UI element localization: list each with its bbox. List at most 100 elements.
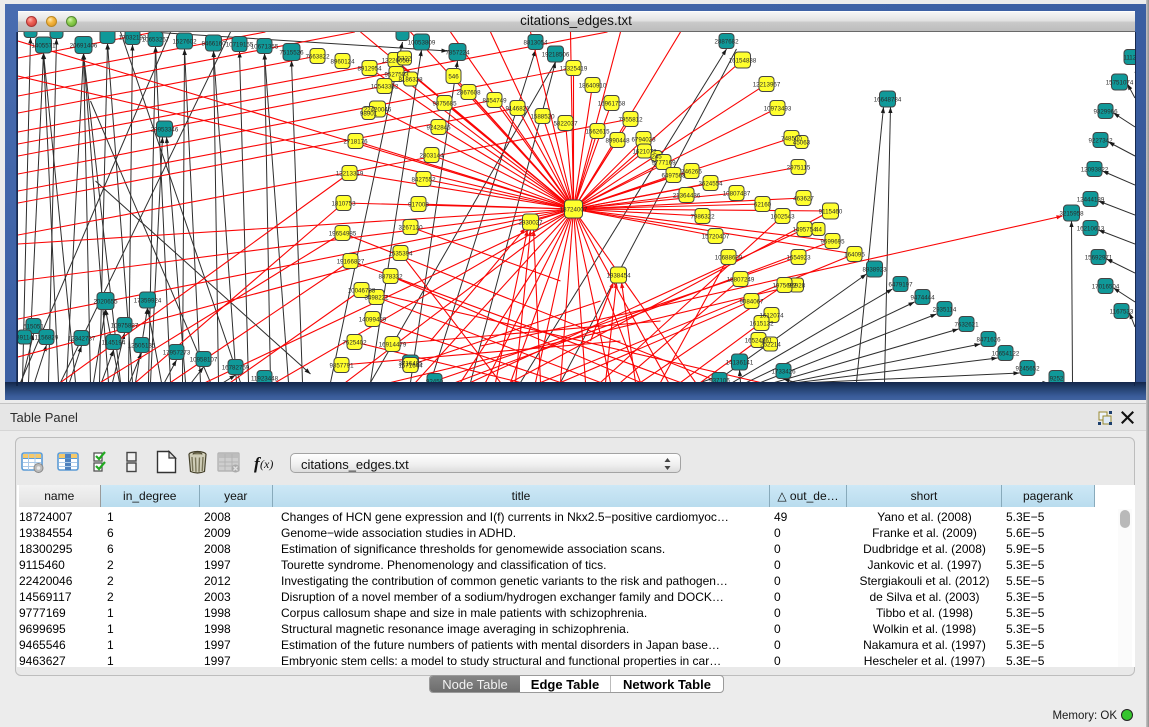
svg-text:17359924: 17359924 — [133, 297, 161, 304]
svg-text:9227342: 9227342 — [1088, 137, 1113, 144]
svg-text:12444189: 12444189 — [1076, 196, 1104, 203]
svg-text:5322: 5322 — [397, 55, 411, 62]
svg-text:1156829: 1156829 — [34, 334, 58, 341]
svg-text:17016504: 17016504 — [1091, 283, 1119, 290]
svg-text:10671355: 10671355 — [250, 43, 278, 50]
svg-text:1167533: 1167533 — [1109, 308, 1133, 315]
svg-text:10975887: 10975887 — [110, 322, 138, 329]
svg-text:20691406: 20691406 — [69, 42, 97, 49]
svg-text:1002543: 1002543 — [770, 213, 795, 220]
svg-text:12505135: 12505135 — [127, 342, 155, 349]
svg-text:9242845: 9242845 — [426, 124, 451, 131]
svg-text:7857224: 7857224 — [445, 49, 470, 56]
svg-text:10654122: 10654122 — [991, 350, 1019, 357]
svg-text:16210613: 16210613 — [1076, 225, 1104, 232]
svg-text:7515526: 7515526 — [279, 49, 304, 56]
svg-text:8878332: 8878332 — [378, 273, 403, 280]
svg-text:1535394: 1535394 — [388, 250, 413, 257]
svg-text:10653267: 10653267 — [141, 36, 169, 43]
svg-text:10046788: 10046788 — [347, 287, 375, 294]
svg-text:9857791: 9857791 — [329, 362, 354, 369]
svg-text:1615132: 1615132 — [749, 320, 774, 327]
svg-text:1733426: 1733426 — [771, 368, 796, 375]
svg-text:12213319: 12213319 — [335, 170, 363, 177]
svg-text:10958107: 10958107 — [189, 356, 217, 363]
svg-text:5822037: 5822037 — [553, 120, 578, 127]
svg-text:917008: 917008 — [408, 201, 429, 208]
svg-text:18640910: 18640910 — [578, 82, 606, 89]
svg-text:2718176: 2718176 — [343, 138, 368, 145]
svg-text:2867608: 2867608 — [456, 89, 481, 96]
svg-text:12342737: 12342737 — [67, 335, 95, 342]
svg-text:16914479: 16914479 — [378, 341, 406, 348]
svg-text:2803144: 2803144 — [419, 152, 444, 159]
svg-text:7663822: 7663822 — [305, 53, 330, 60]
svg-text:10543362: 10543362 — [370, 83, 398, 90]
svg-text:14099489: 14099489 — [358, 316, 386, 323]
svg-text:17957273: 17957273 — [162, 349, 190, 356]
svg-text:6794028: 6794028 — [631, 136, 656, 143]
svg-text:16782759: 16782759 — [221, 364, 249, 371]
svg-text:2020655: 2020655 — [93, 298, 118, 305]
svg-text:7625402: 7625402 — [342, 339, 367, 346]
svg-text:8938923: 8938923 — [862, 266, 887, 273]
svg-text:15692971: 15692971 — [1084, 254, 1112, 261]
svg-text:9084067: 9084067 — [739, 298, 764, 305]
svg-text:9875685: 9875685 — [432, 100, 457, 107]
svg-text:8960124: 8960124 — [330, 58, 355, 65]
svg-text:1938454: 1938454 — [606, 272, 631, 279]
svg-text:8471626: 8471626 — [976, 336, 1001, 343]
svg-text:1571644: 1571644 — [398, 362, 423, 369]
svg-text:515051: 515051 — [23, 323, 44, 330]
svg-text:2935114: 2935114 — [932, 306, 956, 313]
svg-text:8912954: 8912954 — [357, 65, 382, 72]
svg-text:9252: 9252 — [1049, 375, 1063, 382]
svg-text:45063: 45063 — [792, 139, 810, 146]
svg-text:19166827: 19166827 — [336, 258, 364, 265]
svg-text:11923448: 11923448 — [250, 375, 278, 382]
svg-text:8427552: 8427552 — [411, 176, 436, 183]
svg-text:9329966: 9329966 — [1093, 108, 1118, 115]
svg-text:9115460: 9115460 — [818, 208, 842, 215]
svg-text:18807249: 18807249 — [726, 276, 754, 283]
svg-text:8990448: 8990448 — [605, 137, 630, 144]
svg-text:9474444: 9474444 — [910, 294, 935, 301]
svg-text:10053809: 10053809 — [407, 39, 435, 46]
svg-text:(x): (x) — [260, 457, 273, 471]
svg-text:16648784: 16648784 — [873, 96, 901, 103]
svg-text:1810753: 1810753 — [331, 200, 356, 207]
svg-text:18724007: 18724007 — [559, 206, 587, 213]
svg-text:39114: 39114 — [18, 334, 33, 341]
svg-text:1145194: 1145194 — [101, 339, 125, 346]
svg-text:3498222: 3498222 — [364, 294, 389, 301]
svg-text:463627: 463627 — [793, 195, 814, 202]
svg-text:8454749: 8454749 — [482, 97, 507, 104]
svg-text:164095: 164095 — [844, 251, 865, 258]
svg-text:252214: 252214 — [760, 341, 781, 348]
svg-text:7986322: 7986322 — [690, 213, 715, 220]
svg-text:1612074: 1612074 — [759, 312, 784, 319]
svg-text:20953346: 20953346 — [150, 126, 178, 133]
svg-text:62160: 62160 — [753, 201, 771, 208]
svg-text:1495754: 1495754 — [792, 226, 817, 233]
svg-text:12213967: 12213967 — [752, 81, 780, 88]
svg-text:746266: 746266 — [681, 168, 702, 175]
svg-text:1405571: 1405571 — [31, 42, 56, 49]
svg-text:10688609: 10688609 — [714, 254, 742, 261]
svg-text:8186328: 8186328 — [398, 76, 423, 83]
svg-text:9777169: 9777169 — [651, 159, 676, 166]
svg-text:13325419: 13325419 — [559, 65, 587, 72]
svg-text:1588520: 1588520 — [530, 113, 555, 120]
svg-text:937106: 937106 — [709, 377, 730, 382]
svg-text:11126: 11126 — [1123, 54, 1135, 61]
svg-text:7632621: 7632621 — [954, 321, 979, 328]
svg-text:1975692: 1975692 — [772, 282, 797, 289]
svg-text:10807487: 10807487 — [722, 190, 750, 197]
svg-text:2930027: 2930027 — [518, 219, 543, 226]
svg-text:16154838: 16154838 — [728, 57, 756, 64]
svg-text:3215958: 3215958 — [1059, 210, 1084, 217]
svg-text:8813054: 8813054 — [523, 39, 548, 46]
svg-text:15751074: 15751074 — [1105, 79, 1133, 86]
svg-text:19218506: 19218506 — [541, 51, 569, 58]
svg-text:9245652: 9245652 — [1015, 365, 1040, 372]
